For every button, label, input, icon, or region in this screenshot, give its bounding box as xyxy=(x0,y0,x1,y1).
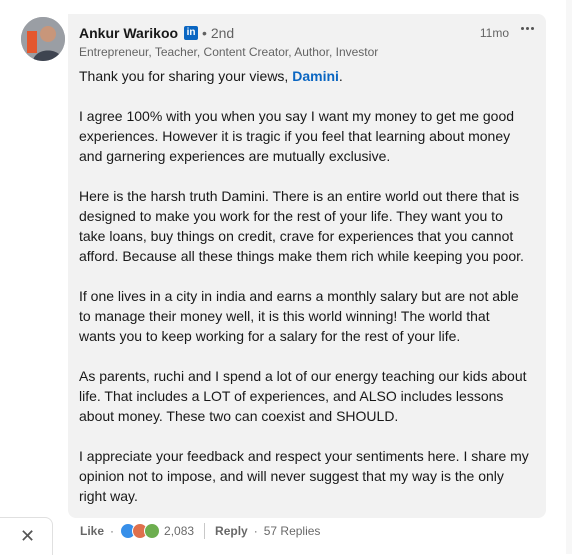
like-button[interactable]: Like xyxy=(80,524,104,538)
author-avatar[interactable] xyxy=(21,17,65,61)
comment-actions: Like · 2,083 Reply · 57 Replies xyxy=(80,522,320,540)
comment-time: 11mo xyxy=(479,26,509,40)
comment-paragraph: As parents, ruchi and I spend a lot of o… xyxy=(79,368,527,424)
support-reaction-icon xyxy=(144,523,161,539)
greeting-end: . xyxy=(338,68,343,84)
reaction-count[interactable]: 2,083 xyxy=(164,524,194,538)
connection-degree: • 2nd xyxy=(202,25,235,41)
greeting-paragraph: Thank you for sharing your views, Damini… xyxy=(79,66,529,86)
replies-link[interactable]: 57 Replies xyxy=(264,524,321,538)
more-options-icon[interactable] xyxy=(516,20,538,36)
reactions-icon[interactable] xyxy=(120,523,161,539)
linkedin-icon: in xyxy=(184,26,199,40)
close-panel: ✕ xyxy=(0,517,53,555)
greeting-text: Thank you for sharing your views, xyxy=(79,68,293,84)
author-headline: Entrepreneur, Teacher, Content Creator, … xyxy=(79,45,379,59)
comment-paragraph: I agree 100% with you when you say I wan… xyxy=(79,108,515,164)
scrollbar[interactable] xyxy=(566,0,572,554)
separator-dot: · xyxy=(253,524,258,538)
author-name[interactable]: Ankur Warikoo xyxy=(79,25,178,41)
comment-paragraph: Here is the harsh truth Damini. There is… xyxy=(79,188,524,264)
author-row: Ankur Warikoo in • 2nd xyxy=(79,24,234,42)
separator-dot: · xyxy=(110,524,115,538)
comment-paragraph: I appreciate your feedback and respect y… xyxy=(79,448,529,504)
reply-button[interactable]: Reply xyxy=(215,524,248,538)
comment-paragraph: If one lives in a city in india and earn… xyxy=(79,288,519,344)
mention-link[interactable]: Damini xyxy=(292,68,339,84)
action-divider xyxy=(204,523,206,539)
comment-body: Thank you for sharing your views, Damini… xyxy=(79,66,529,526)
close-icon[interactable]: ✕ xyxy=(20,527,35,545)
comment-bubble: Ankur Warikoo in • 2nd Entrepreneur, Tea… xyxy=(68,14,546,518)
